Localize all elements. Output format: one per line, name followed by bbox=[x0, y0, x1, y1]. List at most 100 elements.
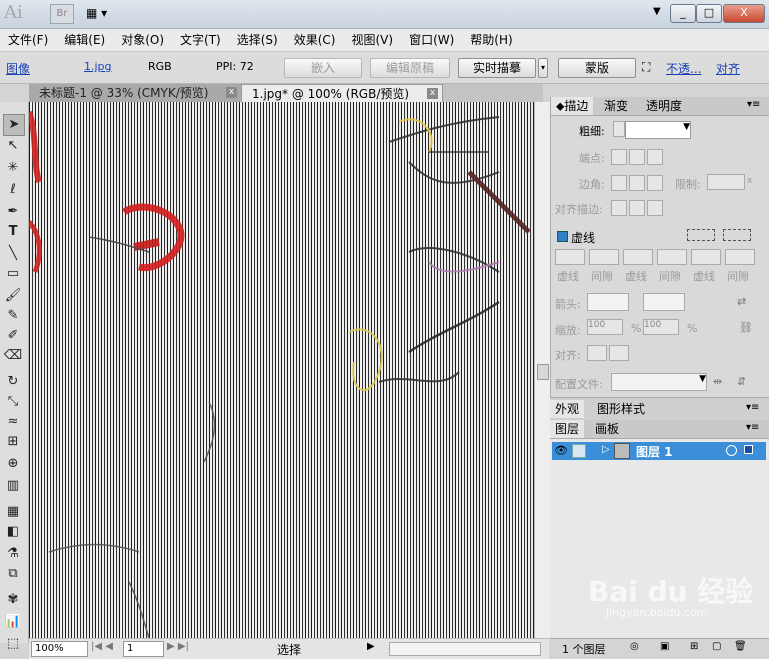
menu-view[interactable]: 视图(V) bbox=[343, 29, 401, 51]
profile-dropdown[interactable]: ▼ bbox=[611, 373, 707, 391]
square-cap-icon[interactable] bbox=[647, 149, 663, 165]
dash-align-icon[interactable] bbox=[723, 229, 751, 241]
scrollbar-thumb[interactable] bbox=[537, 364, 549, 380]
edit-original-button[interactable]: 编辑原稿 bbox=[370, 58, 450, 78]
artboard-nav-next-icon[interactable]: ▶ ▶| bbox=[167, 641, 189, 652]
weight-dropdown[interactable]: ▼ bbox=[625, 121, 691, 139]
type-tool-icon[interactable]: T bbox=[3, 222, 23, 242]
arrow-align-inside-icon[interactable] bbox=[609, 345, 629, 361]
align-center-icon[interactable] bbox=[611, 200, 627, 216]
weight-stepper[interactable] bbox=[613, 121, 625, 137]
lock-toggle[interactable] bbox=[572, 444, 586, 458]
swap-arrowheads-icon[interactable]: ⇄ bbox=[737, 295, 746, 308]
align-inside-icon[interactable] bbox=[629, 200, 645, 216]
artboard-number-field[interactable]: 1 bbox=[123, 641, 164, 657]
round-join-icon[interactable] bbox=[629, 175, 645, 191]
linked-file-link[interactable]: 1.jpg bbox=[84, 60, 112, 73]
panel-menu-icon[interactable]: ▾≡ bbox=[746, 422, 759, 433]
gap-field-2[interactable] bbox=[657, 249, 687, 265]
menu-effect[interactable]: 效果(C) bbox=[286, 29, 344, 51]
embed-button[interactable]: 嵌入 bbox=[284, 58, 362, 78]
tab-appearance[interactable]: 外观 bbox=[550, 400, 585, 418]
miter-join-icon[interactable] bbox=[611, 175, 627, 191]
artboard-nav-first-icon[interactable]: |◀ ◀ bbox=[91, 641, 113, 652]
tab-stroke[interactable]: ⬥描边 bbox=[551, 97, 594, 115]
status-menu-icon[interactable]: ▶ bbox=[367, 641, 375, 652]
blob-brush-tool-icon[interactable]: ✐ bbox=[3, 326, 23, 346]
butt-cap-icon[interactable] bbox=[611, 149, 627, 165]
scale-tool-icon[interactable]: ⤡ bbox=[3, 392, 23, 412]
artboard-tool-icon[interactable]: ⬚ bbox=[3, 634, 23, 654]
flip-across-icon[interactable]: ⇵ bbox=[737, 375, 746, 388]
bevel-join-icon[interactable] bbox=[647, 175, 663, 191]
warp-tool-icon[interactable]: ≈ bbox=[3, 412, 23, 432]
opacity-link[interactable]: 不透... bbox=[666, 60, 701, 77]
rotate-tool-icon[interactable]: ↻ bbox=[3, 372, 23, 392]
close-icon[interactable]: x bbox=[226, 87, 237, 98]
close-button[interactable]: X bbox=[723, 4, 765, 23]
pencil-tool-icon[interactable]: ✎ bbox=[3, 306, 23, 326]
make-clipping-mask-icon[interactable]: ▣ bbox=[660, 641, 669, 652]
dash-field-1[interactable] bbox=[555, 249, 585, 265]
panel-menu-icon[interactable]: ▾≡ bbox=[747, 99, 760, 110]
paintbrush-tool-icon[interactable]: 🖌 bbox=[3, 286, 23, 306]
layer-row[interactable]: 👁 ▷ 图层 1 bbox=[552, 442, 766, 460]
pen-tool-icon[interactable]: ✒ bbox=[3, 202, 23, 222]
free-transform-tool-icon[interactable]: ⊞ bbox=[3, 432, 23, 452]
eye-icon[interactable]: 👁 bbox=[554, 444, 568, 457]
tab-transparency[interactable]: 透明度 bbox=[641, 97, 687, 115]
selection-indicator[interactable] bbox=[744, 445, 753, 454]
vertical-scrollbar[interactable] bbox=[534, 102, 550, 638]
dash-preserve-icon[interactable] bbox=[687, 229, 715, 241]
new-layer-icon[interactable]: ▢ bbox=[712, 641, 721, 652]
tab-layers[interactable]: 图层 bbox=[550, 420, 585, 438]
symbol-sprayer-tool-icon[interactable]: ✾ bbox=[3, 590, 23, 610]
round-cap-icon[interactable] bbox=[629, 149, 645, 165]
end-scale-field[interactable]: 100 bbox=[643, 319, 679, 335]
gradient-tool-icon[interactable]: ◧ bbox=[3, 522, 23, 542]
dash-field-2[interactable] bbox=[623, 249, 653, 265]
tab-artboards[interactable]: 画板 bbox=[590, 420, 624, 438]
menu-file[interactable]: 文件(F) bbox=[0, 29, 56, 51]
column-graph-tool-icon[interactable]: 📊 bbox=[3, 612, 23, 632]
tab-gradient[interactable]: 渐变 bbox=[599, 97, 633, 115]
mesh-tool-icon[interactable]: ▦ bbox=[3, 502, 23, 522]
object-type-link[interactable]: 图像 bbox=[6, 60, 30, 77]
tab-1-jpg[interactable]: 1.jpg* @ 100% (RGB/预览) x bbox=[241, 84, 443, 102]
transform-icon[interactable]: ⛶ bbox=[642, 60, 650, 75]
restore-button[interactable]: □ bbox=[696, 4, 722, 23]
tab-untitled-1[interactable]: 未标题-1 @ 33% (CMYK/预览) x bbox=[29, 84, 241, 102]
tab-graphic-styles[interactable]: 图形样式 bbox=[592, 400, 650, 418]
blend-tool-icon[interactable]: ⧉ bbox=[3, 564, 23, 584]
status-mode-label[interactable]: 选择 bbox=[277, 641, 301, 658]
dash-field-3[interactable] bbox=[691, 249, 721, 265]
limit-field[interactable] bbox=[707, 174, 745, 190]
eraser-tool-icon[interactable]: ⌫ bbox=[3, 346, 23, 366]
menu-select[interactable]: 选择(S) bbox=[229, 29, 286, 51]
direct-selection-tool-icon[interactable]: ↖ bbox=[3, 136, 23, 156]
delete-layer-icon[interactable]: 🗑 bbox=[734, 641, 747, 652]
workspace-dropdown-icon[interactable]: ▼ bbox=[653, 6, 661, 17]
close-icon[interactable]: x bbox=[427, 88, 438, 99]
arrange-documents-button[interactable]: ▦ ▾ bbox=[86, 4, 120, 22]
eyedropper-tool-icon[interactable]: ⚗ bbox=[3, 544, 23, 564]
lasso-tool-icon[interactable]: ℓ bbox=[3, 180, 23, 200]
start-arrowhead-dropdown[interactable] bbox=[587, 293, 629, 311]
locate-object-icon[interactable]: ◎ bbox=[630, 641, 639, 652]
align-link[interactable]: 对齐 bbox=[716, 60, 740, 77]
rectangle-tool-icon[interactable]: ▭ bbox=[3, 264, 23, 284]
new-sublayer-icon[interactable]: ⊞ bbox=[690, 641, 698, 652]
layer-name[interactable]: 图层 1 bbox=[636, 443, 673, 460]
arrow-align-extend-icon[interactable] bbox=[587, 345, 607, 361]
selection-tool-icon[interactable]: ➤ bbox=[3, 114, 25, 136]
expand-triangle-icon[interactable]: ▷ bbox=[602, 444, 610, 455]
menu-window[interactable]: 窗口(W) bbox=[401, 29, 462, 51]
horizontal-scrollbar[interactable] bbox=[389, 642, 541, 656]
menu-help[interactable]: 帮助(H) bbox=[462, 29, 520, 51]
dashed-line-checkbox[interactable] bbox=[557, 231, 568, 242]
minimize-button[interactable]: _ bbox=[670, 4, 696, 23]
target-icon[interactable] bbox=[726, 445, 737, 456]
gap-field-3[interactable] bbox=[725, 249, 755, 265]
zoom-field[interactable]: 100% bbox=[31, 641, 88, 657]
flip-along-icon[interactable]: ⇹ bbox=[713, 375, 722, 388]
